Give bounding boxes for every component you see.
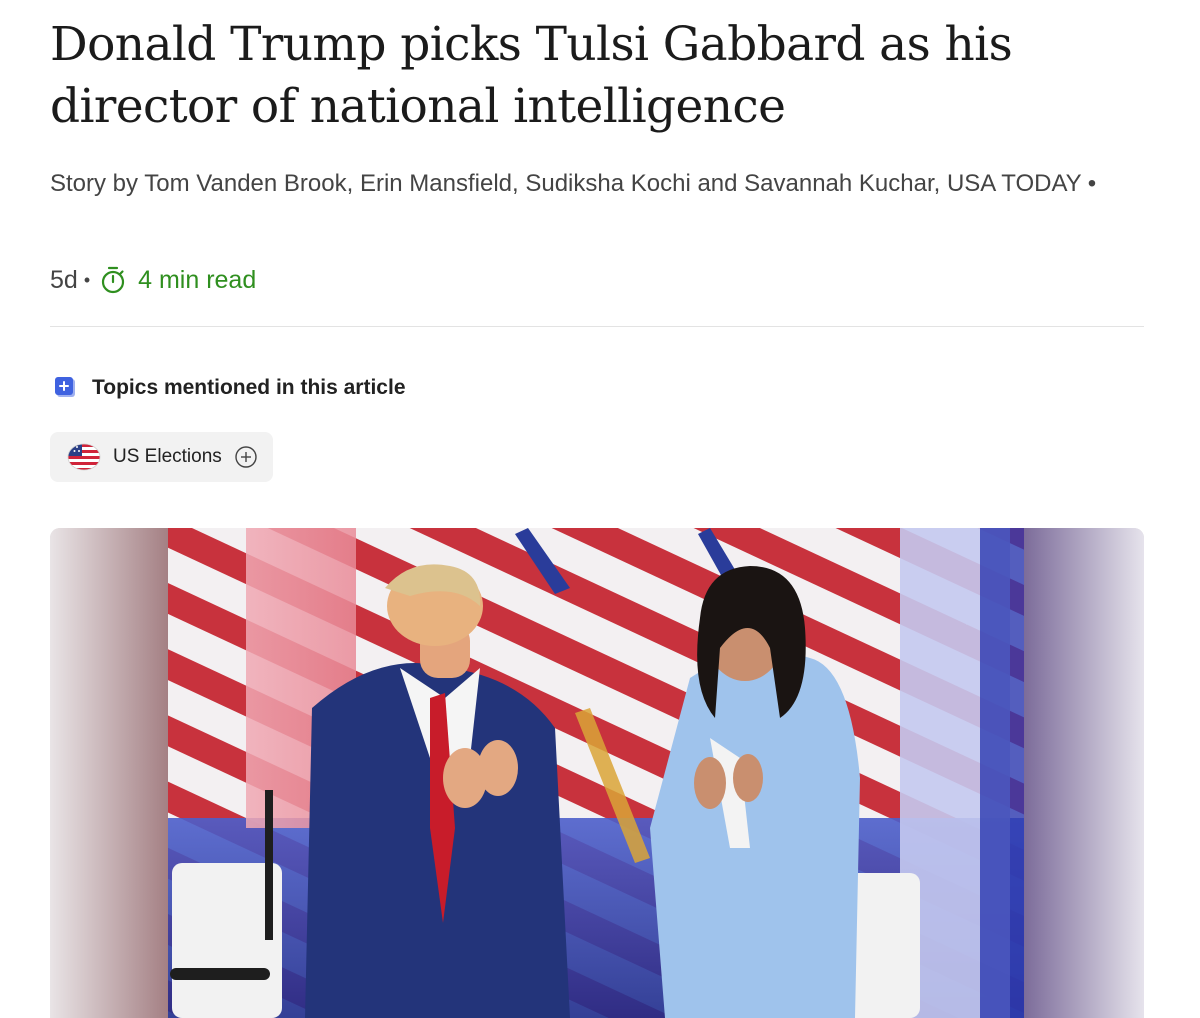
byline-authors: Story by Tom Vanden Brook, Erin Mansfiel… — [50, 170, 1082, 197]
meta-separator: • — [83, 269, 91, 290]
hero-photo-illustration — [50, 528, 1144, 1018]
byline-separator: • — [1087, 170, 1097, 197]
article-meta: 5d • 4 min read — [50, 263, 256, 297]
topic-chip-label: US Elections — [113, 446, 222, 467]
article-byline: Story by Tom Vanden Brook, Erin Mansfiel… — [50, 170, 1096, 198]
topics-plus-icon — [55, 377, 75, 397]
stopwatch-icon — [102, 266, 125, 294]
topic-chip-us-elections[interactable]: US Elections — [50, 432, 273, 482]
hero-photo[interactable] — [50, 528, 1144, 1018]
topics-header: Topics mentioned in this article — [54, 376, 406, 400]
read-time: 4 min read — [138, 265, 257, 294]
divider — [50, 326, 1144, 327]
us-flag-icon — [67, 443, 101, 471]
topics-heading: Topics mentioned in this article — [92, 376, 406, 399]
plus-circle-icon[interactable] — [234, 445, 258, 469]
article-headline: Donald Trump picks Tulsi Gabbard as his … — [50, 17, 1013, 134]
article-age: 5d — [50, 265, 78, 294]
